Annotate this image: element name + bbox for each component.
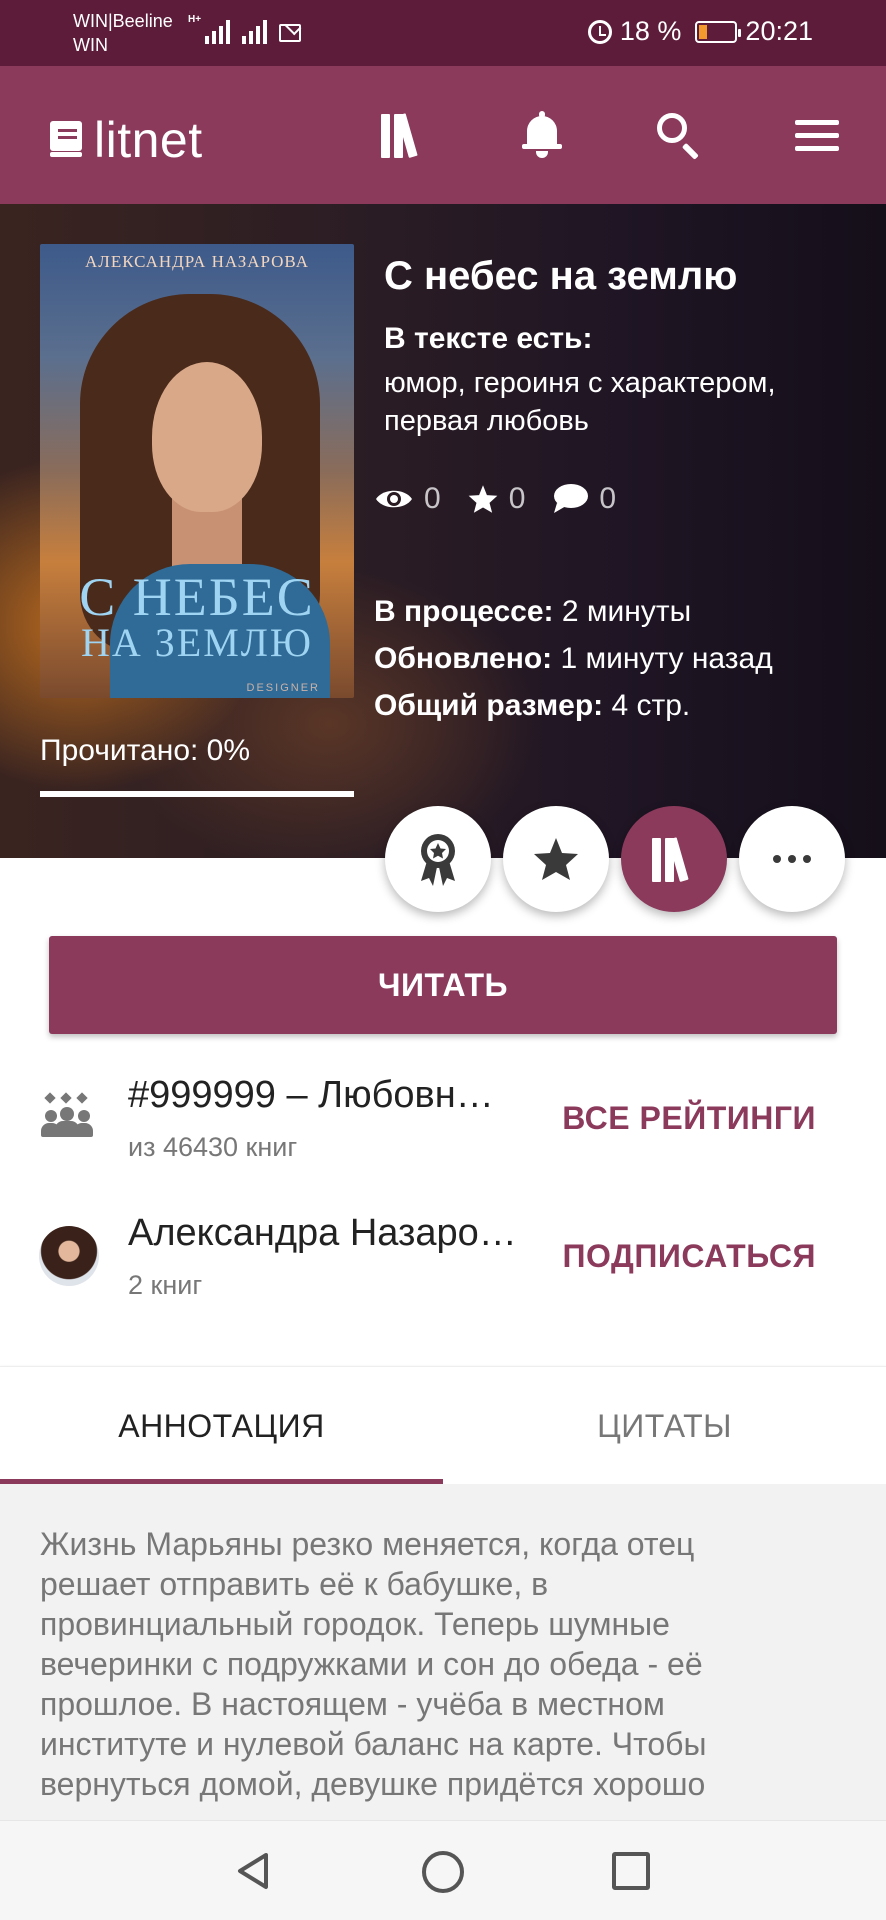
read-progress-bar (40, 791, 354, 797)
more-button[interactable] (739, 806, 845, 912)
cover-title-line1: С НЕБЕС (79, 567, 315, 627)
search-icon[interactable] (654, 110, 704, 160)
app-bar: litnet (0, 66, 886, 204)
book-header: АЛЕКСАНДРА НАЗАРОВА С НЕБЕС НА ЗЕМЛЮ DES… (0, 204, 886, 858)
battery-percent: 18 % (619, 16, 682, 46)
litnet-logo[interactable]: litnet (50, 114, 203, 166)
star-icon (534, 838, 578, 880)
book-cover[interactable]: АЛЕКСАНДРА НАЗАРОВА С НЕБЕС НА ЗЕМЛЮ DES… (40, 244, 354, 698)
carrier-info: WIN|Beeline WIN (73, 9, 173, 57)
award-button[interactable] (385, 806, 491, 912)
book-stats: 0 0 0 (374, 482, 642, 516)
comments-count: 0 (599, 482, 617, 515)
bell-icon[interactable] (517, 110, 567, 160)
comment-icon (554, 484, 589, 513)
content-tabs: АННОТАЦИЯ ЦИТАТЫ (0, 1366, 886, 1484)
subscribe-button[interactable]: ПОДПИСАТЬСЯ (563, 1238, 816, 1275)
signal-icon: H+ (188, 14, 268, 44)
logo-book-icon (50, 121, 82, 159)
views-count: 0 (424, 482, 441, 515)
tags-label: В тексте есть: (384, 322, 593, 355)
all-ratings-button[interactable]: ВСЕ РЕЙТИНГИ (562, 1100, 816, 1137)
more-icon (773, 855, 811, 863)
add-to-library-button[interactable] (621, 806, 727, 912)
author-books-count: 2 книг (128, 1270, 203, 1300)
tags-text: юмор, героиня с характером, первая любов… (384, 367, 776, 437)
read-button[interactable]: ЧИТАТЬ (49, 936, 837, 1034)
star-icon (468, 485, 498, 513)
tab-quotes[interactable]: ЦИТАТЫ (443, 1367, 886, 1485)
carrier-line2: WIN (73, 35, 108, 55)
recent-apps-icon[interactable] (612, 1852, 650, 1890)
cover-author: АЛЕКСАНДРА НАЗАРОВА (85, 252, 309, 271)
ranking-subtitle: из 46430 книг (128, 1132, 298, 1162)
book-title: С небес на землю (384, 254, 738, 298)
rating-count: 0 (508, 482, 526, 515)
library-icon[interactable] (379, 110, 429, 160)
menu-icon[interactable] (792, 110, 842, 160)
meta-updated: Обновлено: 1 минуту назад (374, 642, 773, 675)
cover-title-line2: НА ЗЕМЛЮ (80, 620, 314, 665)
library-icon (650, 836, 698, 882)
ranking-title: #999999 – Любовн… (128, 1074, 494, 1116)
tab-annotation[interactable]: АННОТАЦИЯ (0, 1367, 443, 1485)
author-row[interactable]: Александра Назаро… 2 книг ПОДПИСАТЬСЯ (0, 1200, 886, 1320)
book-meta: В процессе: 2 минуты Обновлено: 1 минуту… (374, 588, 773, 729)
mail-icon (279, 24, 301, 42)
people-ranking-icon (40, 1090, 100, 1150)
rate-button[interactable] (503, 806, 609, 912)
home-icon[interactable] (422, 1851, 464, 1893)
annotation-panel: Жизнь Марьяны резко меняется, когда отец… (0, 1484, 886, 1820)
meta-size: Общий размер: 4 стр. (374, 689, 691, 722)
eye-icon (376, 490, 412, 508)
battery-icon (695, 20, 742, 43)
clock: 20:21 (745, 16, 813, 46)
back-icon[interactable] (232, 1849, 276, 1893)
read-progress-label: Прочитано: 0% (40, 734, 251, 767)
carrier-line1: WIN|Beeline (73, 11, 173, 31)
system-nav-bar (0, 1820, 886, 1920)
cover-designer: DESIGNER (246, 682, 320, 694)
annotation-text: Жизнь Марьяны резко меняется, когда отец… (40, 1526, 707, 1802)
author-name[interactable]: Александра Назаро… (128, 1212, 517, 1255)
alarm-icon (587, 19, 612, 44)
logo-text: litnet (94, 112, 203, 168)
meta-in-progress: В процессе: 2 минуты (374, 595, 692, 628)
ranking-row[interactable]: #999999 – Любовн… из 46430 книг ВСЕ РЕЙТ… (0, 1062, 886, 1182)
award-icon (421, 834, 455, 886)
network-type: H+ (188, 14, 202, 25)
status-bar: WIN|Beeline WIN H+ 18 % 20:21 (0, 0, 886, 66)
author-avatar[interactable] (39, 1226, 99, 1286)
status-right: 18 % 20:21 (587, 16, 813, 47)
